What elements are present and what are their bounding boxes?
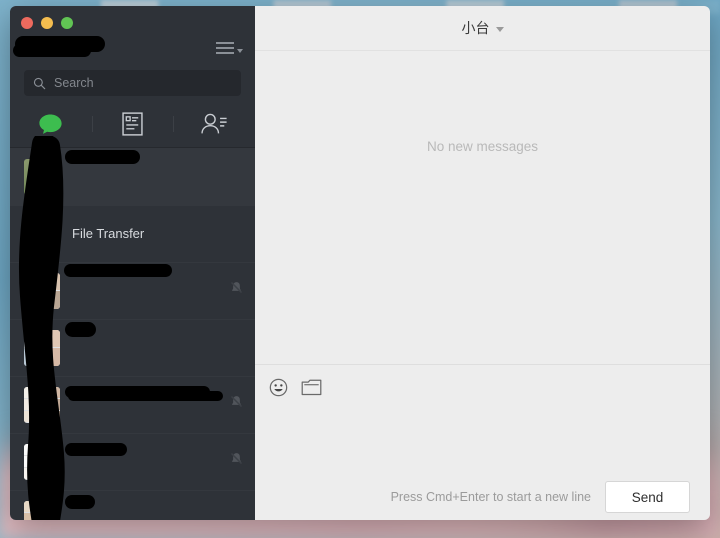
- search-container: Search: [10, 68, 255, 96]
- mute-icon: [230, 452, 243, 471]
- tab-contacts[interactable]: [173, 100, 255, 148]
- list-item[interactable]: [10, 262, 255, 319]
- window-controls: [10, 6, 255, 29]
- chat-list[interactable]: File Transfer: [10, 148, 255, 520]
- list-item[interactable]: [10, 148, 255, 205]
- avatar: [24, 329, 60, 366]
- sidebar: Search File Transfer: [10, 6, 255, 520]
- wechat-window: Search File Transfer 小台 No new messages …: [10, 6, 710, 520]
- avatar: [24, 443, 60, 480]
- empty-state-text: No new messages: [426, 139, 539, 154]
- page-title: 小台: [461, 20, 490, 36]
- conversation-pane: 小台 No new messages Press Cmd+Enter to st…: [255, 6, 710, 520]
- chat-bubble-icon: [39, 114, 62, 134]
- hamburger-menu-icon[interactable]: [216, 42, 243, 54]
- avatar: [24, 272, 60, 309]
- conversation-title-button[interactable]: 小台: [462, 18, 504, 38]
- composer: Press Cmd+Enter to start a new line Send: [255, 365, 710, 520]
- list-item-title: File Transfer: [72, 226, 145, 241]
- mute-icon: [230, 395, 243, 414]
- message-area: No new messages: [255, 51, 710, 365]
- search-placeholder: Search: [54, 76, 94, 90]
- list-item-meta: File Transfer: [72, 226, 243, 241]
- composer-hint: Press Cmd+Enter to start a new line: [390, 490, 591, 504]
- list-item-file-transfer[interactable]: File Transfer: [10, 205, 255, 262]
- document-list-icon: [122, 112, 143, 136]
- search-icon: [33, 77, 46, 89]
- chevron-down-icon[interactable]: [495, 26, 504, 32]
- contacts-icon: [201, 113, 227, 134]
- conversation-header: 小台: [255, 6, 710, 51]
- avatar: [24, 215, 60, 252]
- search-input[interactable]: Search: [24, 70, 241, 96]
- tab-chats[interactable]: [10, 100, 92, 148]
- composer-footer: Press Cmd+Enter to start a new line Send: [255, 474, 710, 520]
- tab-moments[interactable]: [92, 100, 174, 148]
- account-row: [10, 28, 255, 68]
- folder-icon[interactable]: [301, 378, 322, 396]
- avatar: [24, 500, 60, 520]
- hamburger-bars: [216, 42, 234, 54]
- list-item[interactable]: [10, 376, 255, 433]
- avatar: [24, 158, 60, 195]
- chevron-down-icon: [237, 49, 243, 53]
- list-item[interactable]: [10, 490, 255, 520]
- smiley-face-icon[interactable]: [269, 378, 288, 397]
- composer-toolbar: [255, 365, 710, 407]
- sidebar-tabbar: [10, 100, 255, 148]
- list-item[interactable]: [10, 319, 255, 376]
- avatar: [24, 386, 60, 423]
- mute-icon: [230, 281, 243, 300]
- message-input[interactable]: [255, 407, 710, 474]
- list-item[interactable]: [10, 433, 255, 490]
- send-button[interactable]: Send: [605, 481, 690, 513]
